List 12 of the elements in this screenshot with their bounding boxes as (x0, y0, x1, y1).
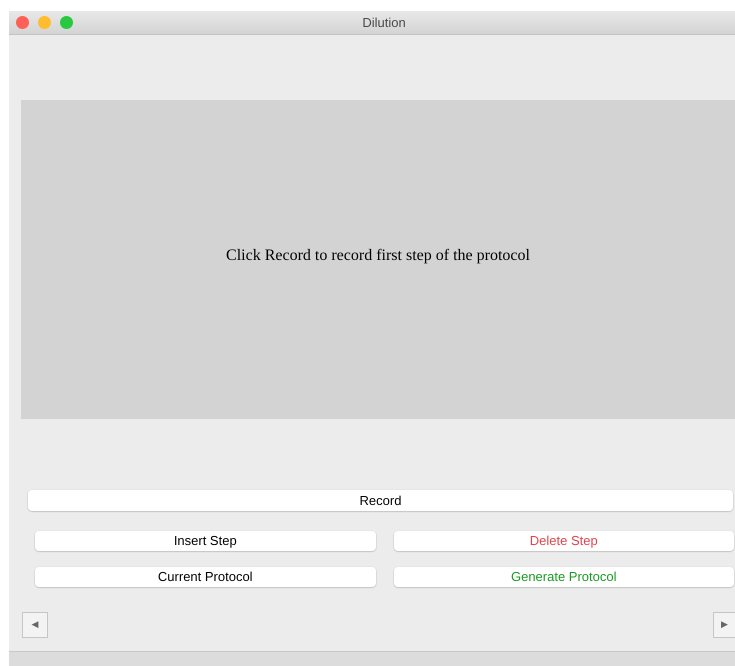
action-button[interactable]: Insert Step (35, 531, 376, 551)
previous-button[interactable]: ◀ (22, 612, 48, 638)
instruction-text: Click Record to record first step of the protocol (226, 246, 530, 266)
maximize-icon[interactable] (60, 16, 73, 29)
record-button[interactable]: Record (28, 490, 733, 511)
close-icon[interactable] (16, 16, 29, 29)
action-button[interactable]: Current Protocol (35, 567, 376, 587)
window-title: Dilution (362, 14, 406, 32)
next-button[interactable]: ▶ (713, 612, 735, 638)
minimize-icon[interactable] (38, 16, 51, 29)
action-button[interactable]: Delete Step (394, 531, 734, 551)
action-button[interactable]: Generate Protocol (394, 567, 734, 587)
